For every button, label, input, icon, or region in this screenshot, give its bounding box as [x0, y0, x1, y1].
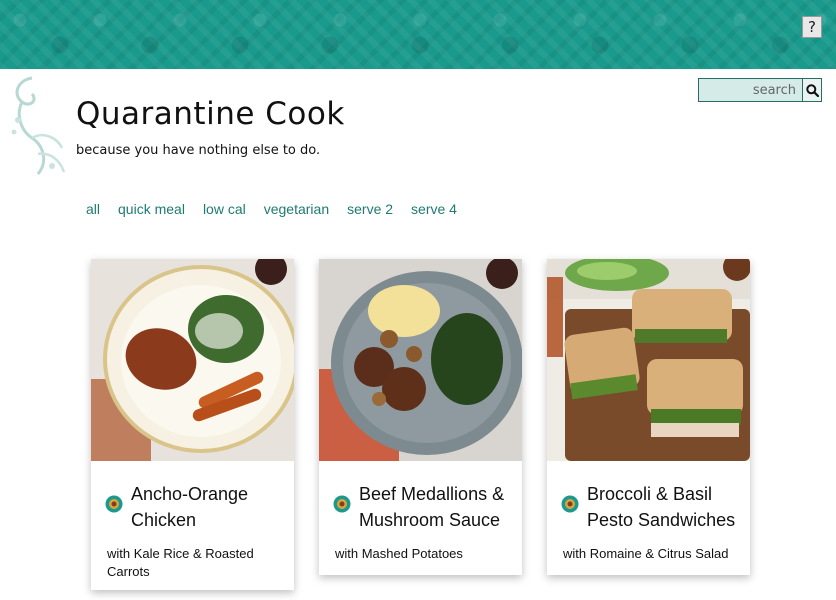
site-title: Quarantine Cook: [76, 96, 345, 132]
help-button[interactable]: ?: [802, 16, 822, 38]
header-banner: [0, 0, 836, 69]
recipe-title[interactable]: Broccoli & Basil Pesto Sandwiches: [587, 481, 743, 533]
recipe-card[interactable]: Broccoli & Basil Pesto Sandwiches with R…: [547, 259, 750, 575]
recipe-subtitle: with Kale Rice & Roasted Carrots: [107, 546, 254, 579]
filter-low-cal[interactable]: low cal: [203, 201, 246, 217]
filter-quick-meal[interactable]: quick meal: [118, 201, 185, 217]
search-input[interactable]: [699, 79, 802, 101]
search-button[interactable]: [802, 79, 821, 101]
recipe-badge-icon: [333, 495, 351, 513]
recipe-card[interactable]: Beef Medallions & Mushroom Sauce with Ma…: [319, 259, 522, 575]
filter-nav: all quick meal low cal vegetarian serve …: [86, 201, 457, 217]
site-tagline: because you have nothing else to do.: [76, 143, 321, 158]
recipe-badge-icon: [561, 495, 579, 513]
recipe-badge-icon: [105, 495, 123, 513]
decorative-swirl-icon: [11, 76, 66, 175]
recipe-card[interactable]: Ancho-Orange Chicken with Kale Rice & Ro…: [91, 259, 294, 590]
filter-all[interactable]: all: [86, 201, 100, 217]
filter-serve-4[interactable]: serve 4: [411, 201, 457, 217]
filter-serve-2[interactable]: serve 2: [347, 201, 393, 217]
recipe-title[interactable]: Beef Medallions & Mushroom Sauce: [359, 481, 515, 533]
recipe-image[interactable]: [319, 259, 522, 461]
filter-vegetarian[interactable]: vegetarian: [264, 201, 329, 217]
recipe-image[interactable]: [547, 259, 750, 461]
recipe-image[interactable]: [91, 259, 294, 461]
recipe-subtitle: with Romaine & Citrus Salad: [563, 546, 729, 561]
search-icon: [805, 83, 819, 97]
recipe-title[interactable]: Ancho-Orange Chicken: [131, 481, 287, 533]
recipe-subtitle: with Mashed Potatoes: [335, 546, 463, 561]
search-box: [698, 78, 822, 102]
